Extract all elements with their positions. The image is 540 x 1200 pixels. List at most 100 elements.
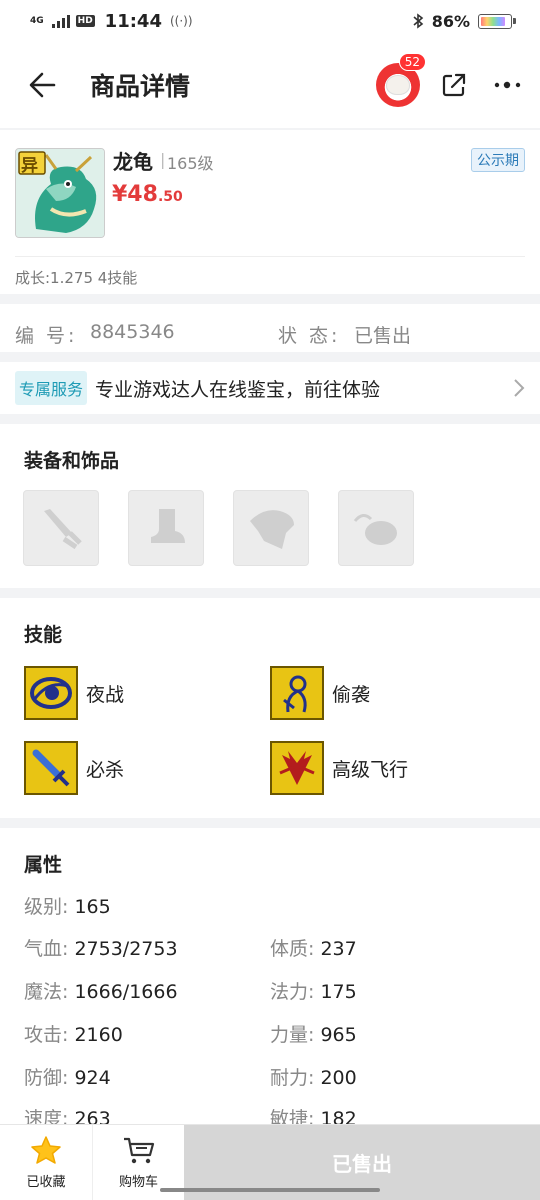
- more-button[interactable]: [488, 65, 528, 105]
- attr-label: 魔法:: [24, 981, 69, 1003]
- attr-label: 力量:: [270, 1024, 315, 1046]
- status-value: 已售出: [354, 325, 412, 347]
- eye-icon: [24, 666, 78, 720]
- boots-slot-icon: [151, 509, 185, 543]
- accessory-slot-icon: [353, 514, 397, 545]
- attr-value: 2753/2753: [74, 938, 178, 960]
- product-thumbnail[interactable]: 异: [15, 148, 105, 238]
- equipment-slot-boots[interactable]: [128, 490, 204, 566]
- attr-value: 2160: [74, 1024, 123, 1046]
- equipment-slot-armor[interactable]: [233, 490, 309, 566]
- attr-label: 耐力:: [270, 1067, 315, 1089]
- star-icon: [31, 1136, 61, 1164]
- bluetooth-icon: [413, 13, 423, 29]
- battery-icon: [478, 13, 516, 29]
- attr-level: 级别: 165: [24, 892, 111, 919]
- attr-label: 法力:: [270, 981, 315, 1003]
- skill-name: 必杀: [86, 758, 125, 781]
- armor-slot-icon: [250, 510, 294, 549]
- arrow-left-icon: [29, 72, 56, 98]
- skills-title: 技能: [24, 624, 63, 646]
- signal-icon: [51, 14, 70, 28]
- avatar[interactable]: 52: [376, 53, 426, 107]
- back-button[interactable]: [12, 55, 72, 115]
- share-button[interactable]: [434, 65, 474, 105]
- skill-name: 夜战: [86, 683, 125, 706]
- attributes-section: 属性 级别: 165 气血: 2753/2753 体质: 237 魔法: 166…: [0, 828, 540, 1130]
- attr-value: 165: [74, 896, 111, 918]
- skill-item[interactable]: 偷袭: [270, 666, 370, 720]
- page-title: 商品详情: [90, 72, 191, 101]
- figure-icon: [270, 666, 324, 720]
- wings-icon: [270, 741, 324, 795]
- price-decimal: .50: [157, 189, 183, 205]
- divider: [15, 256, 525, 257]
- skill-name: 偷袭: [332, 683, 371, 706]
- cart-label: 购物车: [118, 1175, 158, 1190]
- skills-section: 技能 夜战 偷袭 必杀 高级飞行: [0, 598, 540, 818]
- equipment-slot-accessory[interactable]: [338, 490, 414, 566]
- thumb-badge-text: 异: [21, 156, 38, 176]
- attr-item: 魔法: 1666/1666: [24, 977, 178, 1004]
- attr-label: 防御:: [24, 1067, 69, 1089]
- favorite-label: 已收藏: [26, 1175, 66, 1190]
- skill-item[interactable]: 必杀: [24, 741, 124, 795]
- product-name: 龙龟: [113, 150, 153, 174]
- clock: 11:44: [104, 10, 162, 32]
- attr-item: 耐力: 200: [270, 1063, 357, 1090]
- attr-value: 965: [320, 1024, 357, 1046]
- battery-percent: 86%: [431, 11, 470, 31]
- status-bar: 4G HD 11:44 ((·)) 86%: [0, 0, 540, 42]
- product-growth: 成长:1.275 4技能: [15, 269, 138, 287]
- attr-item: 防御: 924: [24, 1063, 111, 1090]
- notification-badge: 52: [398, 53, 426, 71]
- attr-label: 攻击:: [24, 1024, 69, 1046]
- attr-item: 法力: 175: [270, 977, 357, 1004]
- favorite-button[interactable]: 已收藏: [0, 1125, 92, 1200]
- home-indicator: [160, 1188, 380, 1192]
- name-separator: |: [160, 150, 166, 169]
- cart-icon: [123, 1137, 154, 1164]
- id-value: 8845346: [90, 321, 175, 343]
- equipment-slot-weapon[interactable]: [23, 490, 99, 566]
- equipment-slots: [23, 490, 414, 566]
- skill-item[interactable]: 夜战: [24, 666, 124, 720]
- share-icon: [442, 73, 466, 97]
- service-tag: 专属服务: [15, 371, 88, 405]
- status-label: 状 态:: [278, 325, 341, 347]
- hotspot-icon: ((·)): [169, 14, 193, 28]
- attributes-title: 属性: [24, 854, 63, 876]
- attr-item: 力量: 965: [270, 1020, 357, 1047]
- attr-value: 237: [320, 938, 357, 960]
- header-actions: 52: [376, 53, 528, 107]
- attr-item: 体质: 237: [270, 934, 357, 961]
- chevron-right-icon: [514, 379, 525, 397]
- status-left: 4G HD 11:44 ((·)): [30, 11, 193, 32]
- skill-name: 高级飞行: [332, 758, 409, 781]
- attr-value: 1666/1666: [74, 981, 178, 1003]
- attr-label: 级别:: [24, 896, 69, 918]
- product-price: ¥48.50: [112, 182, 183, 207]
- status-badge: 公示期: [471, 148, 525, 172]
- attr-label: 体质:: [270, 938, 315, 960]
- attr-label: 气血:: [24, 938, 69, 960]
- cat-face-icon: [386, 75, 410, 95]
- product-card: 异 龙龟 | 165级 ¥48.50 公示期 成长:1.275 4技能: [0, 130, 540, 294]
- attr-value: 924: [74, 1067, 111, 1089]
- service-banner[interactable]: 专属服务 专业游戏达人在线鉴宝，前往体验: [0, 362, 540, 414]
- skill-item[interactable]: 高级飞行: [270, 741, 408, 795]
- equipment-title: 装备和饰品: [24, 450, 120, 472]
- attr-value: 200: [320, 1067, 357, 1089]
- price-main: ¥48: [112, 182, 158, 207]
- id-label: 编 号:: [15, 325, 78, 347]
- status-right: 86%: [412, 11, 516, 31]
- attr-item: 攻击: 2160: [24, 1020, 123, 1047]
- hd-badge: HD: [75, 15, 95, 27]
- attr-item: 气血: 2753/2753: [24, 934, 178, 961]
- attr-value: 175: [320, 981, 357, 1003]
- weapon-slot-icon: [44, 509, 82, 550]
- service-text: 专业游戏达人在线鉴宝，前往体验: [95, 378, 381, 401]
- product-level: 165级: [167, 154, 214, 173]
- network-type: 4G: [30, 15, 44, 26]
- more-icon: [494, 81, 521, 89]
